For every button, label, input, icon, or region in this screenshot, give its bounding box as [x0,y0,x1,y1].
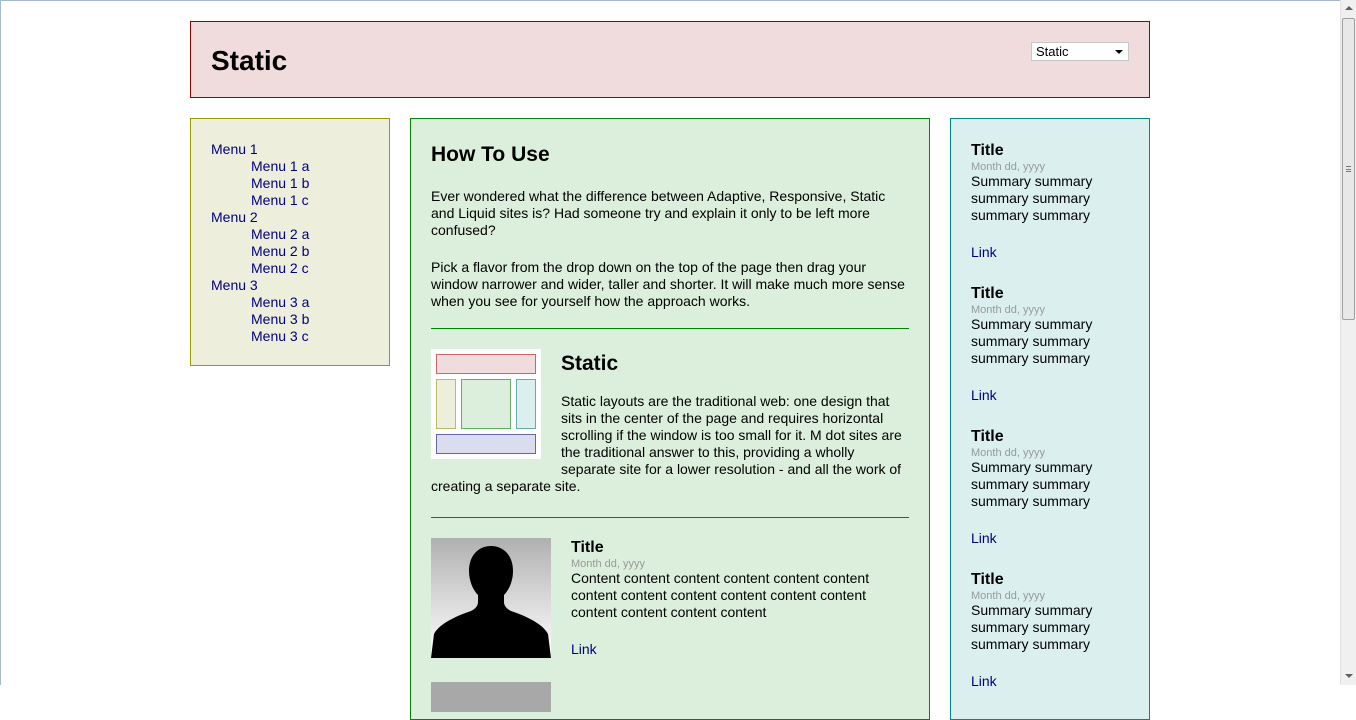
main-content: How To Use Ever wondered what the differ… [410,118,930,720]
nav-link-menu-3[interactable]: Menu 3 [211,277,258,293]
sidebar-item-link[interactable]: Link [971,244,1131,261]
flavor-select[interactable]: Static [1031,42,1129,61]
nav-item-menu-2c: Menu 2 c [211,260,309,277]
sidebar-item-title: Title [971,571,1004,588]
how-to-use-heading: How To Use [431,143,550,166]
divider [431,517,909,518]
nav-link-menu-1b[interactable]: Menu 1 b [251,175,309,191]
chevron-down-icon [1115,50,1123,54]
site-title: Static [211,45,288,76]
right-sidebar: Title Month dd, yyyy Summary summary sum… [950,118,1150,720]
intro-paragraph-1: Ever wondered what the difference betwee… [431,188,886,238]
nav-menu: Menu 1 Menu 1 a Menu 1 b Menu 1 c Menu 2… [211,141,309,345]
vertical-scrollbar[interactable] [1340,0,1356,685]
nav-link-menu-3a[interactable]: Menu 3 a [251,294,309,310]
sidebar-item-date: Month dd, yyyy [971,304,1045,316]
diagram-main-block [461,379,511,429]
silhouette-graphic [431,546,551,658]
nav-item-menu-3b: Menu 3 b [211,311,309,328]
nav-item-menu-2b: Menu 2 b [211,243,309,260]
scrollbar-thumb[interactable] [1342,18,1355,320]
sidebar-item-link[interactable]: Link [971,673,1131,690]
article-date: Month dd, yyyy [571,558,645,570]
nav-link-menu-2[interactable]: Menu 2 [211,209,258,225]
nav-item-menu-3: Menu 3 [211,277,309,294]
flavor-section: Static Static layouts are the traditiona… [431,349,909,495]
diagram-left-block [436,379,456,429]
nav-item-menu-1c: Menu 1 c [211,192,309,209]
sidebar-item-summary: Summary summary summary summary summary … [971,459,1093,509]
sidebar-item-summary: Summary summary summary summary summary … [971,316,1093,366]
nav-link-menu-2b[interactable]: Menu 2 b [251,243,309,259]
intro-paragraph-2: Pick a flavor from the drop down on the … [431,259,905,309]
nav-item-menu-3c: Menu 3 c [211,328,309,345]
sidebar-item-link[interactable]: Link [971,530,1131,547]
nav-item-menu-3a: Menu 3 a [211,294,309,311]
left-nav: Menu 1 Menu 1 a Menu 1 b Menu 1 c Menu 2… [190,118,390,366]
article-content: Content content content content content … [571,570,870,620]
nav-item-menu-1b: Menu 1 b [211,175,309,192]
nav-link-menu-3c[interactable]: Menu 3 c [251,328,309,344]
sidebar-item-date: Month dd, yyyy [971,161,1045,173]
nav-item-menu-1: Menu 1 [211,141,309,158]
nav-link-menu-3b[interactable]: Menu 3 b [251,311,309,327]
nav-item-menu-1a: Menu 1 a [211,158,309,175]
window-frame-left [0,0,1,685]
sidebar-item-date: Month dd, yyyy [971,590,1045,602]
sidebar-item-title: Title [971,285,1004,302]
nav-link-menu-2c[interactable]: Menu 2 c [251,260,309,276]
person-silhouette-icon [431,538,551,658]
sidebar-item-title: Title [971,428,1004,445]
article-title: Title [571,539,604,556]
sidebar-item-title: Title [971,142,1004,159]
sidebar-item: Title Month dd, yyyy Summary summary sum… [971,284,1131,404]
next-article-image [431,682,551,712]
nav-link-menu-2a[interactable]: Menu 2 a [251,226,309,242]
sidebar-item-summary: Summary summary summary summary summary … [971,602,1093,652]
grip-icon [1346,166,1351,172]
diagram-header-block [436,354,536,374]
nav-link-menu-1c[interactable]: Menu 1 c [251,192,309,208]
scroll-up-arrow-icon[interactable] [1341,0,1356,17]
nav-link-menu-1[interactable]: Menu 1 [211,141,258,157]
window-frame-top [0,0,1340,1]
sidebar-item-date: Month dd, yyyy [971,447,1045,459]
sidebar-item-link[interactable]: Link [971,387,1131,404]
flavor-select-value: Static [1036,44,1069,59]
scroll-down-arrow-icon[interactable] [1341,668,1356,685]
article-link[interactable]: Link [571,641,909,658]
sidebar-item-summary: Summary summary summary summary summary … [971,173,1093,223]
sidebar-item: Title Month dd, yyyy Summary summary sum… [971,570,1131,690]
sidebar-item: Title Month dd, yyyy Summary summary sum… [971,427,1131,547]
nav-link-menu-1a[interactable]: Menu 1 a [251,158,309,174]
diagram-footer-block [436,434,536,454]
article-body: Title Month dd, yyyy Content content con… [571,538,909,658]
diagram-right-block [516,379,536,429]
static-layout-diagram-icon [431,349,541,459]
nav-item-menu-2a: Menu 2 a [211,226,309,243]
sidebar-item: Title Month dd, yyyy Summary summary sum… [971,141,1131,261]
nav-item-menu-2: Menu 2 [211,209,309,226]
divider [431,328,909,329]
site-header: Static Static [190,21,1150,98]
